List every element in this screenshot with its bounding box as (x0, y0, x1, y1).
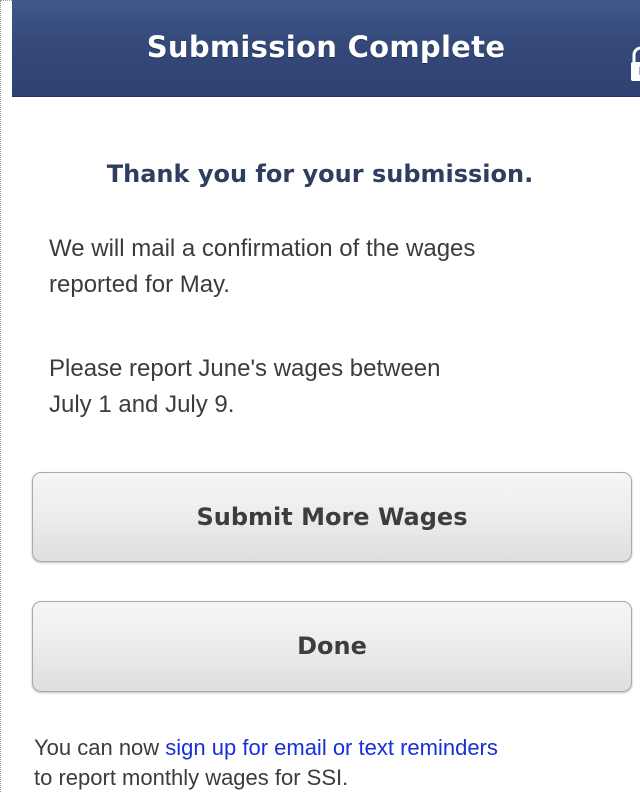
next-report-message: Please report June's wages between July … (49, 351, 619, 423)
done-button[interactable]: Done (32, 601, 632, 692)
confirmation-message: We will mail a confirmation of the wages… (49, 231, 619, 303)
thank-you-heading: Thank you for your submission. (0, 160, 640, 188)
page-header: Submission Complete (12, 0, 640, 97)
submit-more-wages-button[interactable]: Submit More Wages (32, 472, 632, 562)
page-title: Submission Complete (12, 30, 640, 64)
footer-text: You can now sign up for email or text re… (34, 733, 640, 793)
next-report-line-2: July 1 and July 9. (49, 387, 619, 423)
next-report-line-1: Please report June's wages between (49, 351, 619, 387)
confirmation-line-1: We will mail a confirmation of the wages (49, 231, 619, 267)
reminders-signup-link[interactable]: sign up for email or text reminders (165, 735, 498, 760)
footer-line-1: You can now sign up for email or text re… (34, 733, 640, 763)
lock-icon (630, 44, 640, 84)
confirmation-line-2: reported for May. (49, 267, 619, 303)
footer-line-2: to report monthly wages for SSI. (34, 763, 640, 793)
footer-prefix: You can now (34, 735, 165, 760)
